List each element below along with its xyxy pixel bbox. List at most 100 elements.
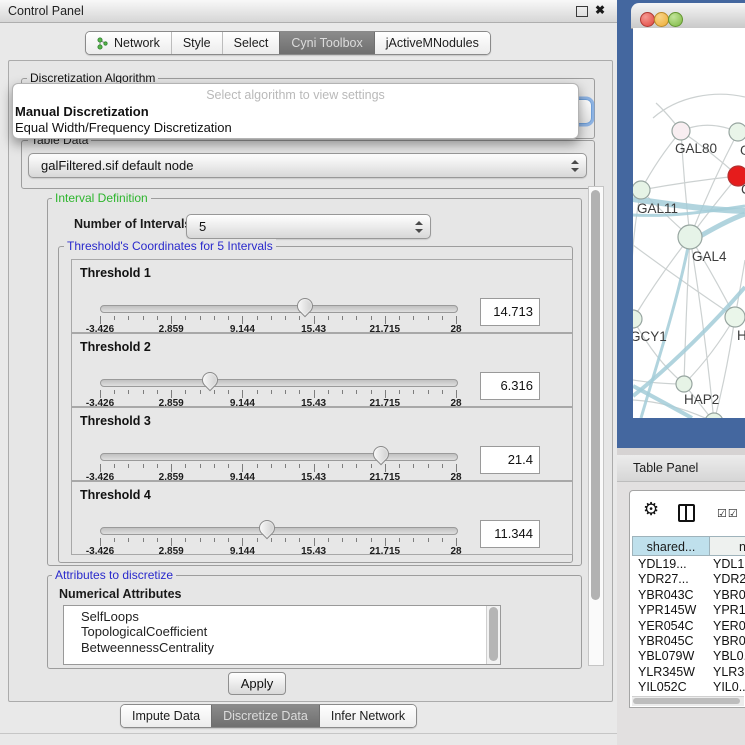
network-node-hap2[interactable] — [676, 376, 692, 392]
table-header-row: shared...na — [632, 536, 745, 556]
slider-track[interactable] — [100, 453, 458, 461]
tab-jactivemnodules[interactable]: jActiveMNodules — [374, 32, 490, 54]
table-panel-title: Table Panel — [633, 461, 698, 475]
tab-cyni-toolbox[interactable]: Cyni Toolbox — [279, 32, 373, 54]
table-row[interactable]: YDR27... YDR2... — [631, 572, 745, 587]
apply-button[interactable]: Apply — [228, 672, 286, 695]
threshold-value-field[interactable]: 11.344 — [480, 520, 540, 548]
attribute-item[interactable]: TopologicalCoefficient — [64, 624, 500, 639]
slider-thumb[interactable] — [294, 295, 317, 318]
slider-tick — [428, 316, 429, 320]
close-traffic-light[interactable] — [640, 12, 655, 27]
list-scrollbar[interactable] — [486, 606, 500, 664]
mode-tab-impute-data[interactable]: Impute Data — [121, 705, 211, 727]
slider-tick — [242, 316, 243, 324]
table-row[interactable]: YDL19...YDL1... — [631, 557, 745, 572]
cell-shared-name: YLR345W — [638, 665, 695, 679]
slider-tick — [128, 390, 129, 394]
tab-label: jActiveMNodules — [386, 36, 479, 50]
column-header-1[interactable]: shared... — [632, 536, 710, 556]
tab-network[interactable]: Network — [86, 32, 171, 54]
network-node-gal80[interactable] — [672, 122, 690, 140]
threshold-value-field[interactable]: 6.316 — [480, 372, 540, 400]
network-node-node-top-right[interactable] — [729, 123, 745, 141]
network-node-gal11[interactable] — [633, 181, 650, 199]
slider-thumb[interactable] — [370, 443, 393, 466]
float-window-icon[interactable] — [576, 6, 588, 17]
close-icon[interactable]: ✖ — [595, 3, 605, 17]
tab-label: Select — [234, 36, 269, 50]
minimize-traffic-light[interactable] — [654, 12, 669, 27]
cell-shared-name: YDR27... — [638, 572, 689, 586]
tab-select[interactable]: Select — [222, 32, 280, 54]
slider-tick — [214, 538, 215, 542]
slider-tick — [428, 538, 429, 542]
threshold-slider[interactable]: -3.4262.8599.14415.4321.71528 — [100, 370, 456, 404]
cell-name: YDR2... — [713, 572, 745, 586]
table-scrollbar-thumb[interactable] — [633, 698, 740, 704]
mode-tab-discretize-data[interactable]: Discretize Data — [211, 705, 319, 727]
table-data-combo[interactable]: galFiltered.sif default node — [28, 153, 587, 178]
threshold-slider[interactable]: -3.4262.8599.14415.4321.71528 — [100, 518, 456, 552]
slider-tick — [157, 464, 158, 468]
attribute-item[interactable]: BetweennessCentrality — [64, 640, 500, 655]
network-node-label: C — [741, 182, 745, 197]
numerical-attributes-list[interactable]: SelfLoopsTopologicalCoefficientBetweenne… — [63, 605, 501, 665]
table-row[interactable]: YBR045CYBR0... — [631, 634, 745, 649]
cell-name: YLR3... — [713, 665, 745, 679]
network-icon — [97, 37, 108, 50]
zoom-traffic-light[interactable] — [668, 12, 683, 27]
threshold-value-field[interactable]: 14.713 — [480, 298, 540, 326]
tab-style[interactable]: Style — [171, 32, 222, 54]
slider-tick — [143, 538, 144, 542]
slider-track[interactable] — [100, 305, 458, 313]
table-row[interactable]: YPR145WYPR1... — [631, 603, 745, 618]
network-canvas[interactable]: GAL80GACGAL11GAL4GCY1HHAP2 — [633, 28, 745, 418]
mode-tab-infer-network[interactable]: Infer Network — [319, 705, 416, 727]
threshold-value-field[interactable]: 21.4 — [480, 446, 540, 474]
table-row[interactable]: YBL079WYBL0... — [631, 649, 745, 664]
slider-track[interactable] — [100, 527, 458, 535]
network-edge[interactable] — [641, 176, 738, 190]
table-row[interactable]: YIL052CYIL0... — [631, 680, 745, 695]
slider-thumb[interactable] — [199, 369, 222, 392]
threshold-slider[interactable]: -3.4262.8599.14415.4321.71528 — [100, 296, 456, 330]
column-header-2[interactable]: na — [710, 536, 745, 556]
panel-scrollbar-thumb[interactable] — [591, 190, 600, 600]
slider-tick — [214, 316, 215, 320]
slider-tick — [285, 390, 286, 394]
tab-label: Network — [114, 36, 160, 50]
slider-tick — [385, 390, 386, 398]
network-node-node-right-h[interactable] — [725, 307, 745, 327]
slider-tick-label: -3.426 — [78, 546, 122, 557]
slider-tick — [456, 464, 457, 472]
settings-gear-icon[interactable]: ⚙ — [643, 500, 659, 518]
network-edge[interactable] — [641, 131, 681, 190]
cyni-toolbox-panel: Discretization Algorithm Table Data galF… — [8, 60, 613, 702]
slider-track[interactable] — [100, 379, 458, 387]
split-view-icon[interactable] — [678, 504, 695, 522]
table-row[interactable]: YLR345W YLR3... — [631, 665, 745, 680]
threshold-slider[interactable]: -3.4262.8599.14415.4321.71528 — [100, 444, 456, 478]
network-node-gcy1[interactable] — [633, 310, 642, 328]
threshold-panel-1: Threshold 1-3.4262.8599.14415.4321.71528… — [71, 259, 573, 333]
slider-thumb[interactable] — [256, 517, 279, 540]
slider-tick — [157, 538, 158, 542]
table-row[interactable]: YBR043CYBR0... — [631, 588, 745, 603]
threshold-panel-2: Threshold 2-3.4262.8599.14415.4321.71528… — [71, 333, 573, 407]
table-horizontal-scrollbar[interactable] — [632, 696, 744, 706]
slider-tick-label: 21.715 — [363, 546, 407, 557]
checkbox-icons[interactable]: ☑☑ — [717, 507, 739, 520]
slider-tick — [314, 538, 315, 546]
slider-tick — [399, 316, 400, 320]
network-node-label: HAP2 — [684, 392, 719, 407]
slider-tick — [342, 390, 343, 394]
panel-scrollbar[interactable] — [588, 186, 604, 666]
table-row[interactable]: YER054CYER0... — [631, 619, 745, 634]
number-of-intervals-combo[interactable]: 5 — [186, 214, 431, 239]
network-node-gal4[interactable] — [678, 225, 702, 249]
cell-name: YPR1... — [713, 603, 745, 617]
attribute-item[interactable]: SelfLoops — [64, 606, 500, 624]
list-scrollbar-thumb[interactable] — [489, 607, 498, 661]
number-of-intervals-value: 5 — [199, 215, 206, 238]
